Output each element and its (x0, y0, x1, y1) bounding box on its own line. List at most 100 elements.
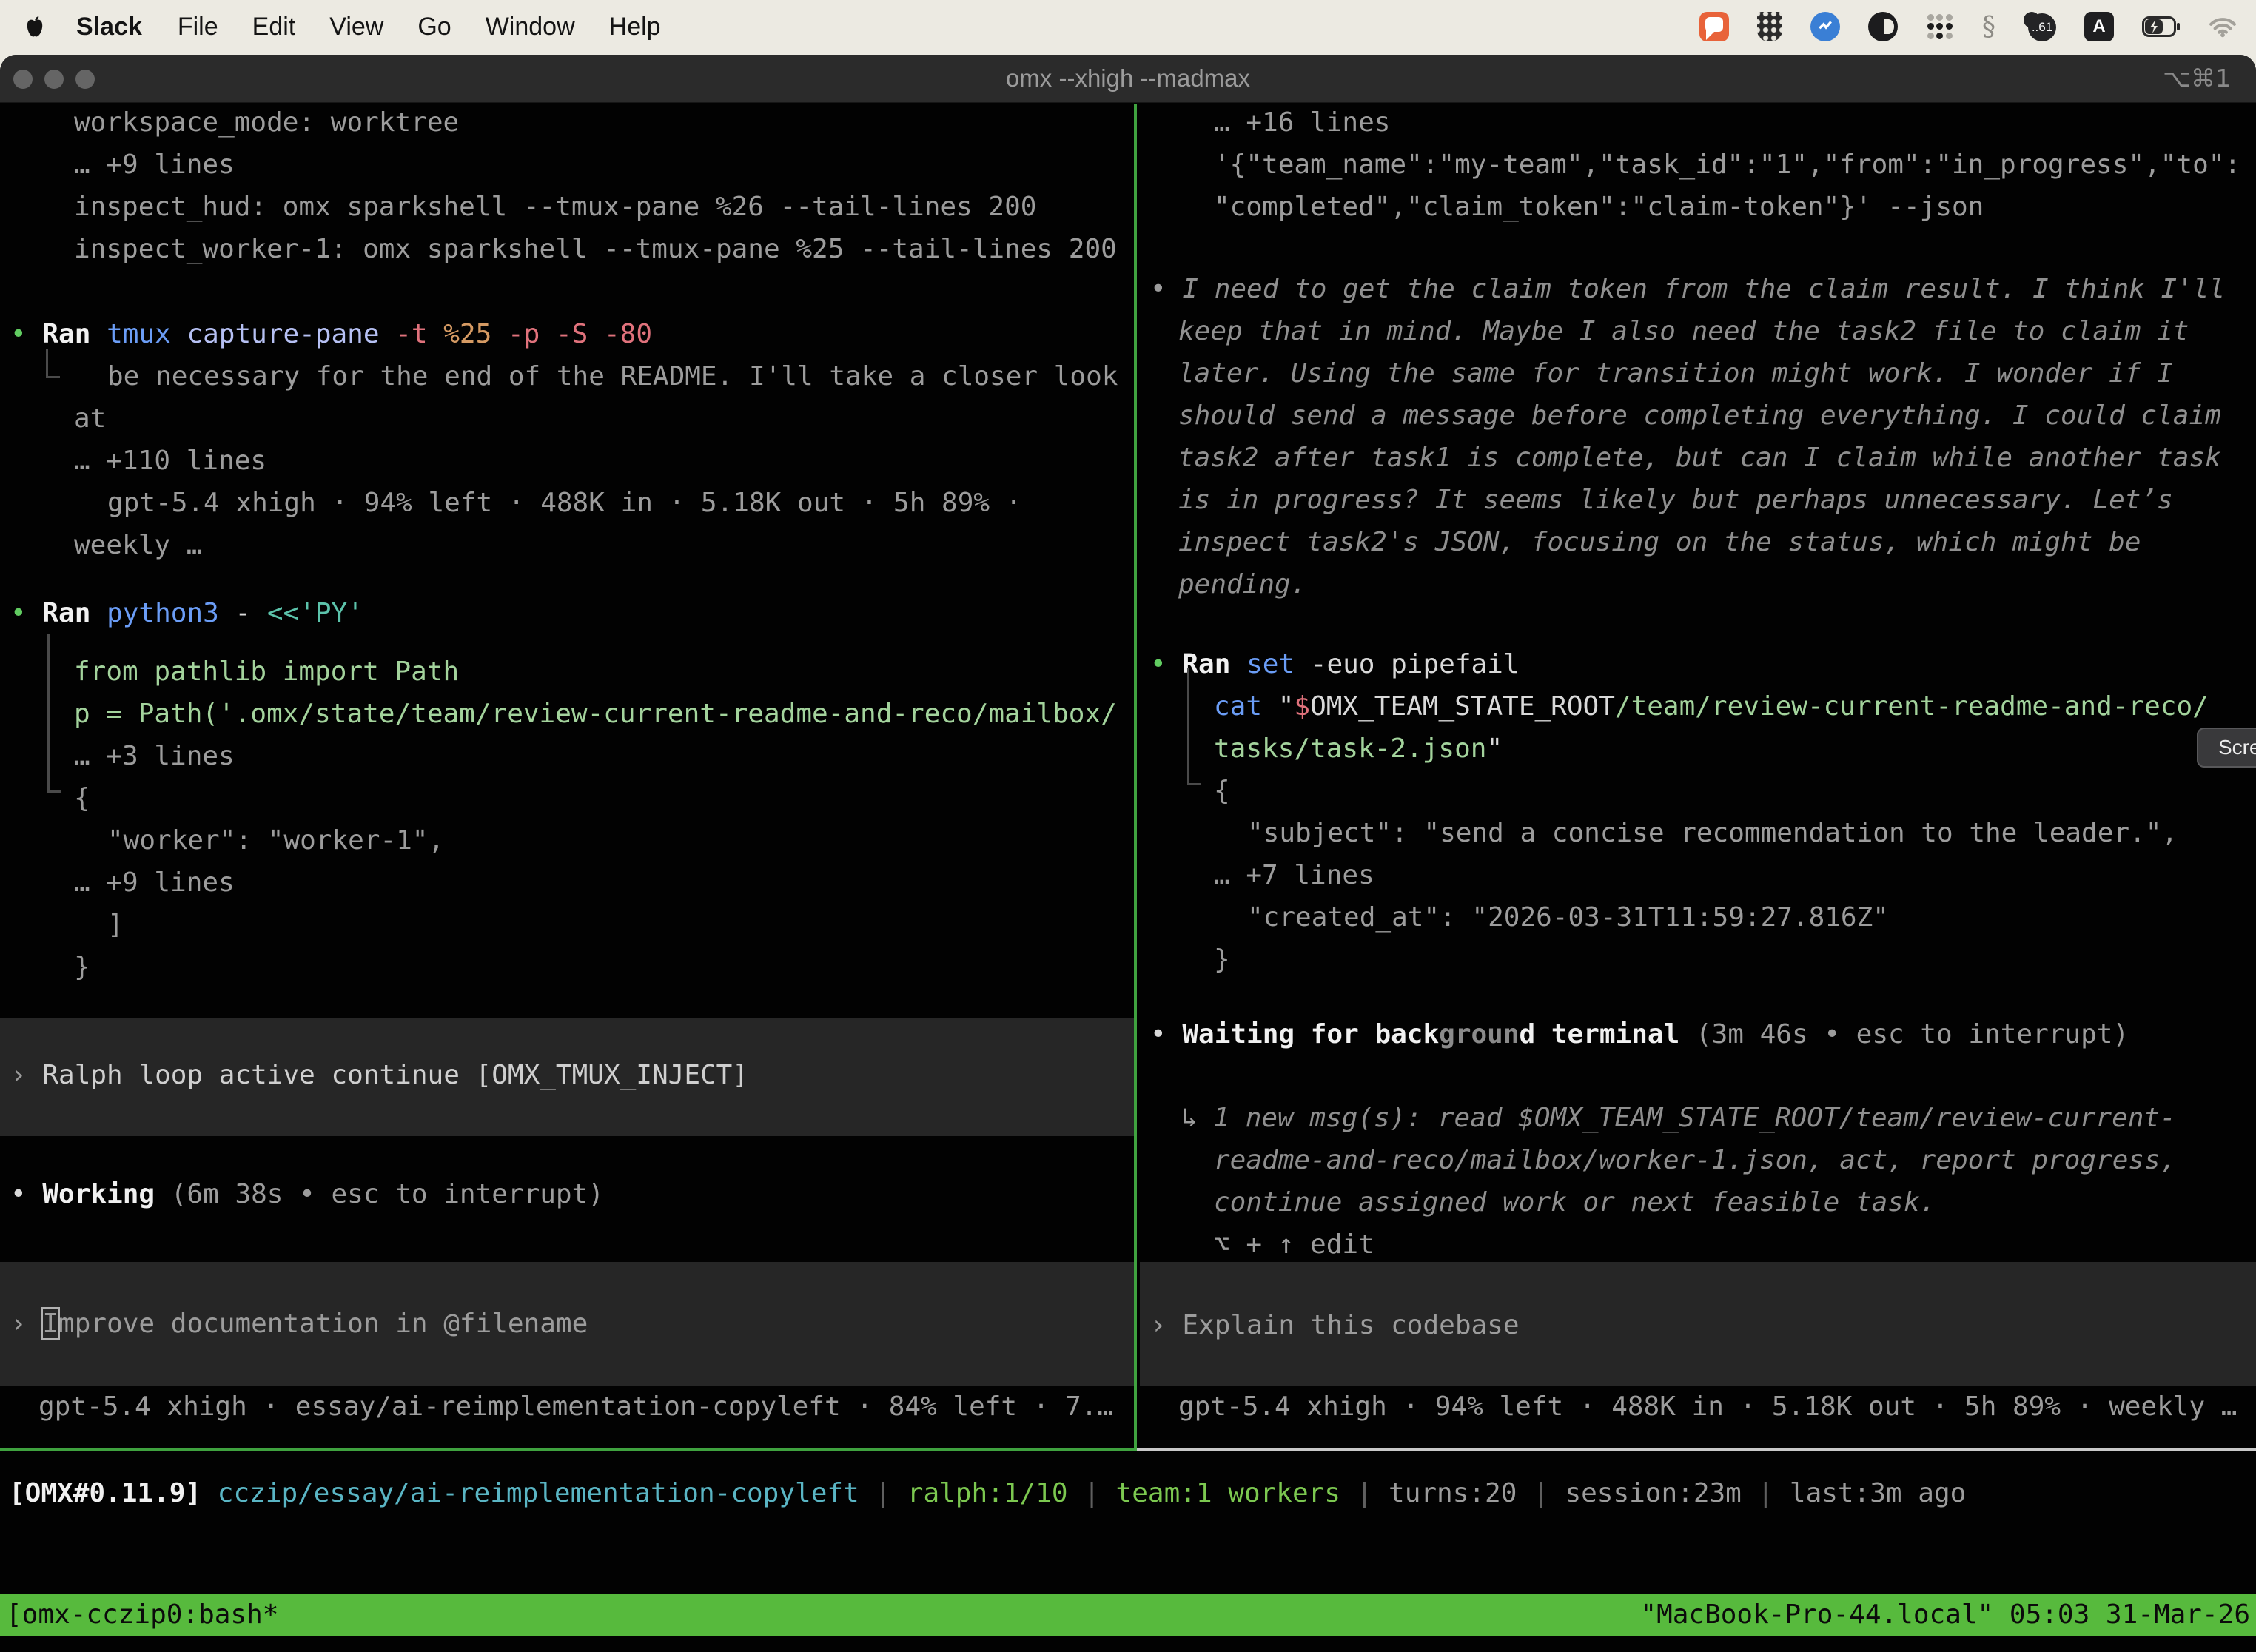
menu-item-edit[interactable]: Edit (235, 13, 313, 41)
apple-menu-icon[interactable] (22, 16, 47, 38)
terminal-line: } (1214, 939, 1230, 981)
prompt-chevron-icon: › (10, 1309, 42, 1339)
mailbox-message: readme-and-reco/mailbox/worker-1.json, a… (1214, 1139, 2176, 1181)
menu-item-slack[interactable]: Slack (58, 13, 161, 41)
thinking-text: should send a message before completing … (1178, 394, 2221, 437)
arrow-icon: ↳ (1181, 1103, 1213, 1133)
prompt-input-right[interactable]: › Explain this codebase (1150, 1304, 1520, 1346)
terminal-line: "worker": "worker-1", (107, 819, 444, 862)
model-status-right: gpt-5.4 xhigh · 94% left · 488K in · 5.1… (1178, 1386, 2237, 1428)
run-bullet-icon: • (10, 598, 27, 628)
terminal-line: ] (107, 904, 124, 946)
terminal-line: { (1214, 770, 1230, 812)
terminal-line: p = Path('.omx/state/team/review-current… (74, 693, 1117, 735)
edit-hint: ⌥ + ↑ edit (1214, 1223, 1374, 1266)
keyboard-layout-icon[interactable]: A (2084, 12, 2114, 41)
screen: { "menubar": { "items": ["Slack","File",… (0, 0, 2256, 1652)
terminal-line: inspect_worker-1: omx sparkshell --tmux-… (74, 228, 1117, 270)
omx-ralph-count: ralph:1/10 (907, 1478, 1068, 1508)
status-bullet-icon: • (10, 1179, 42, 1209)
pane-divider[interactable] (1134, 104, 1137, 1448)
terminal-line: "completed","claim_token":"claim-token"}… (1214, 186, 1984, 228)
model-status-left: gpt-5.4 xhigh · essay/ai-reimplementatio… (38, 1386, 1113, 1428)
mailbox-message: ↳ 1 new msg(s): read $OMX_TEAM_STATE_ROO… (1181, 1097, 2176, 1139)
terminal-line: workspace_mode: worktree (74, 101, 459, 144)
run-bullet-icon: • (10, 319, 27, 349)
prompt-chevron-icon: › (10, 1060, 42, 1090)
output-elbow (46, 349, 60, 378)
terminal-line: at (74, 397, 106, 440)
prompt-chevron-icon: › (1150, 1310, 1182, 1340)
terminal-window: omx --xhigh --madmax ⌥⌘1 workspace_mode:… (0, 55, 2256, 1652)
status-bullet-icon: • (1150, 274, 1182, 304)
text-cursor: I (42, 1309, 58, 1339)
thinking-text: keep that in mind. Maybe I also need the… (1178, 310, 2189, 352)
count-badge[interactable]: ..61 (2024, 12, 2056, 41)
terminal-line: } (74, 946, 90, 988)
omx-session: session:23m (1565, 1478, 1741, 1508)
menu-item-help[interactable]: Help (592, 13, 678, 41)
menu-item-file[interactable]: File (161, 13, 235, 41)
prompt-input-left[interactable]: › Improve documentation in @filename (10, 1303, 588, 1345)
terminal-line: weekly … (74, 524, 202, 566)
terminal-line: … +9 lines (74, 862, 235, 904)
thinking-text: inspect task2's JSON, focusing on the st… (1178, 521, 2141, 563)
pie-menu-icon[interactable] (1868, 12, 1898, 41)
pane-border-left (0, 1448, 1137, 1451)
dots-grid-icon[interactable] (1926, 13, 1954, 41)
thinking-text: later. Using the same for transition mig… (1178, 352, 2173, 394)
menu-item-window[interactable]: Window (469, 13, 592, 41)
screen-tooltip: Scre (2197, 728, 2256, 768)
menu-item-view[interactable]: View (312, 13, 400, 41)
ran-python-command: • Ran python3 - <<'PY' (10, 592, 363, 634)
terminal-line: … +16 lines (1214, 101, 1390, 144)
terminal-line: from pathlib import Path (74, 651, 459, 693)
omx-team-workers: team:1 workers (1116, 1478, 1340, 1508)
messages-icon[interactable] (1699, 12, 1729, 41)
terminal-line: … +110 lines (74, 440, 266, 482)
terminal-line: … +3 lines (74, 735, 235, 777)
thinking-text: • I need to get the claim token from the… (1150, 268, 2225, 310)
omx-project-path: cczip/essay/ai-reimplementation-copyleft (201, 1478, 859, 1508)
terminal-line: '{"team_name":"my-team","task_id":"1","f… (1214, 144, 2240, 186)
omx-version: [OMX#0.11.9] (9, 1478, 201, 1508)
squiggle-icon[interactable]: § (1982, 12, 1995, 42)
cat-command: tasks/task-2.json" (1214, 728, 1503, 770)
terminal-line: "created_at": "2026-03-31T11:59:27.816Z" (1247, 896, 1889, 939)
menu-bar: Slack File Edit View Go Window Help § ..… (0, 0, 2256, 53)
terminal-line: "subject": "send a concise recommendatio… (1247, 812, 2178, 854)
window-shortcut: ⌥⌘1 (2163, 55, 2231, 102)
wifi-icon[interactable] (2209, 16, 2237, 38)
activity-badge-icon[interactable] (1810, 12, 1840, 41)
ran-set-command: • Ran set -euo pipefail (1150, 643, 1520, 685)
status-bullet-icon: • (1150, 1019, 1182, 1050)
terminal-line: … +7 lines (1214, 854, 1374, 896)
tmux-status-bar: [omx-cczip0:bash* "MacBook-Pro-44.local"… (0, 1594, 2256, 1636)
tmux-window-label[interactable]: [omx-cczip0:bash* (6, 1594, 278, 1636)
run-bullet-icon: • (1150, 649, 1166, 679)
terminal-line: … +9 lines (74, 144, 235, 186)
battery-icon[interactable] (2142, 16, 2181, 37)
terminal-line: inspect_hud: omx sparkshell --tmux-pane … (74, 186, 1036, 228)
working-status: • Working (6m 38s • esc to interrupt) (10, 1173, 604, 1215)
omx-turns: turns:20 (1389, 1478, 1517, 1508)
pane-border-right (1137, 1448, 2256, 1451)
window-titlebar[interactable]: omx --xhigh --madmax ⌥⌘1 (0, 55, 2256, 103)
tmux-host-clock: "MacBook-Pro-44.local" 05:03 31-Mar-26 (1640, 1594, 2250, 1636)
output-elbow (47, 634, 61, 793)
window-title: omx --xhigh --madmax (0, 55, 2256, 102)
ran-tmux-command: • Ran tmux capture-pane -t %25 -p -S -80 (10, 313, 652, 355)
output-elbow (1187, 668, 1201, 785)
terminal-line: be necessary for the end of the README. … (107, 355, 1118, 397)
omx-status-line: [OMX#0.11.9] cczip/essay/ai-reimplementa… (9, 1472, 1966, 1514)
terminal-line: gpt-5.4 xhigh · 94% left · 488K in · 5.1… (107, 482, 1021, 524)
shield-grid-icon[interactable] (1757, 12, 1782, 41)
mailbox-message: continue assigned work or next feasible … (1214, 1181, 1936, 1223)
thinking-text: pending. (1178, 563, 1306, 605)
cat-command: cat "$OMX_TEAM_STATE_ROOT/team/review-cu… (1214, 685, 2209, 728)
thinking-text: task2 after task1 is complete, but can I… (1178, 437, 2221, 479)
ralph-loop-status: › Ralph loop active continue [OMX_TMUX_I… (10, 1054, 748, 1096)
thinking-text: is in progress? It seems likely but perh… (1178, 479, 2173, 521)
terminal-line: { (74, 777, 90, 819)
menu-item-go[interactable]: Go (400, 13, 468, 41)
